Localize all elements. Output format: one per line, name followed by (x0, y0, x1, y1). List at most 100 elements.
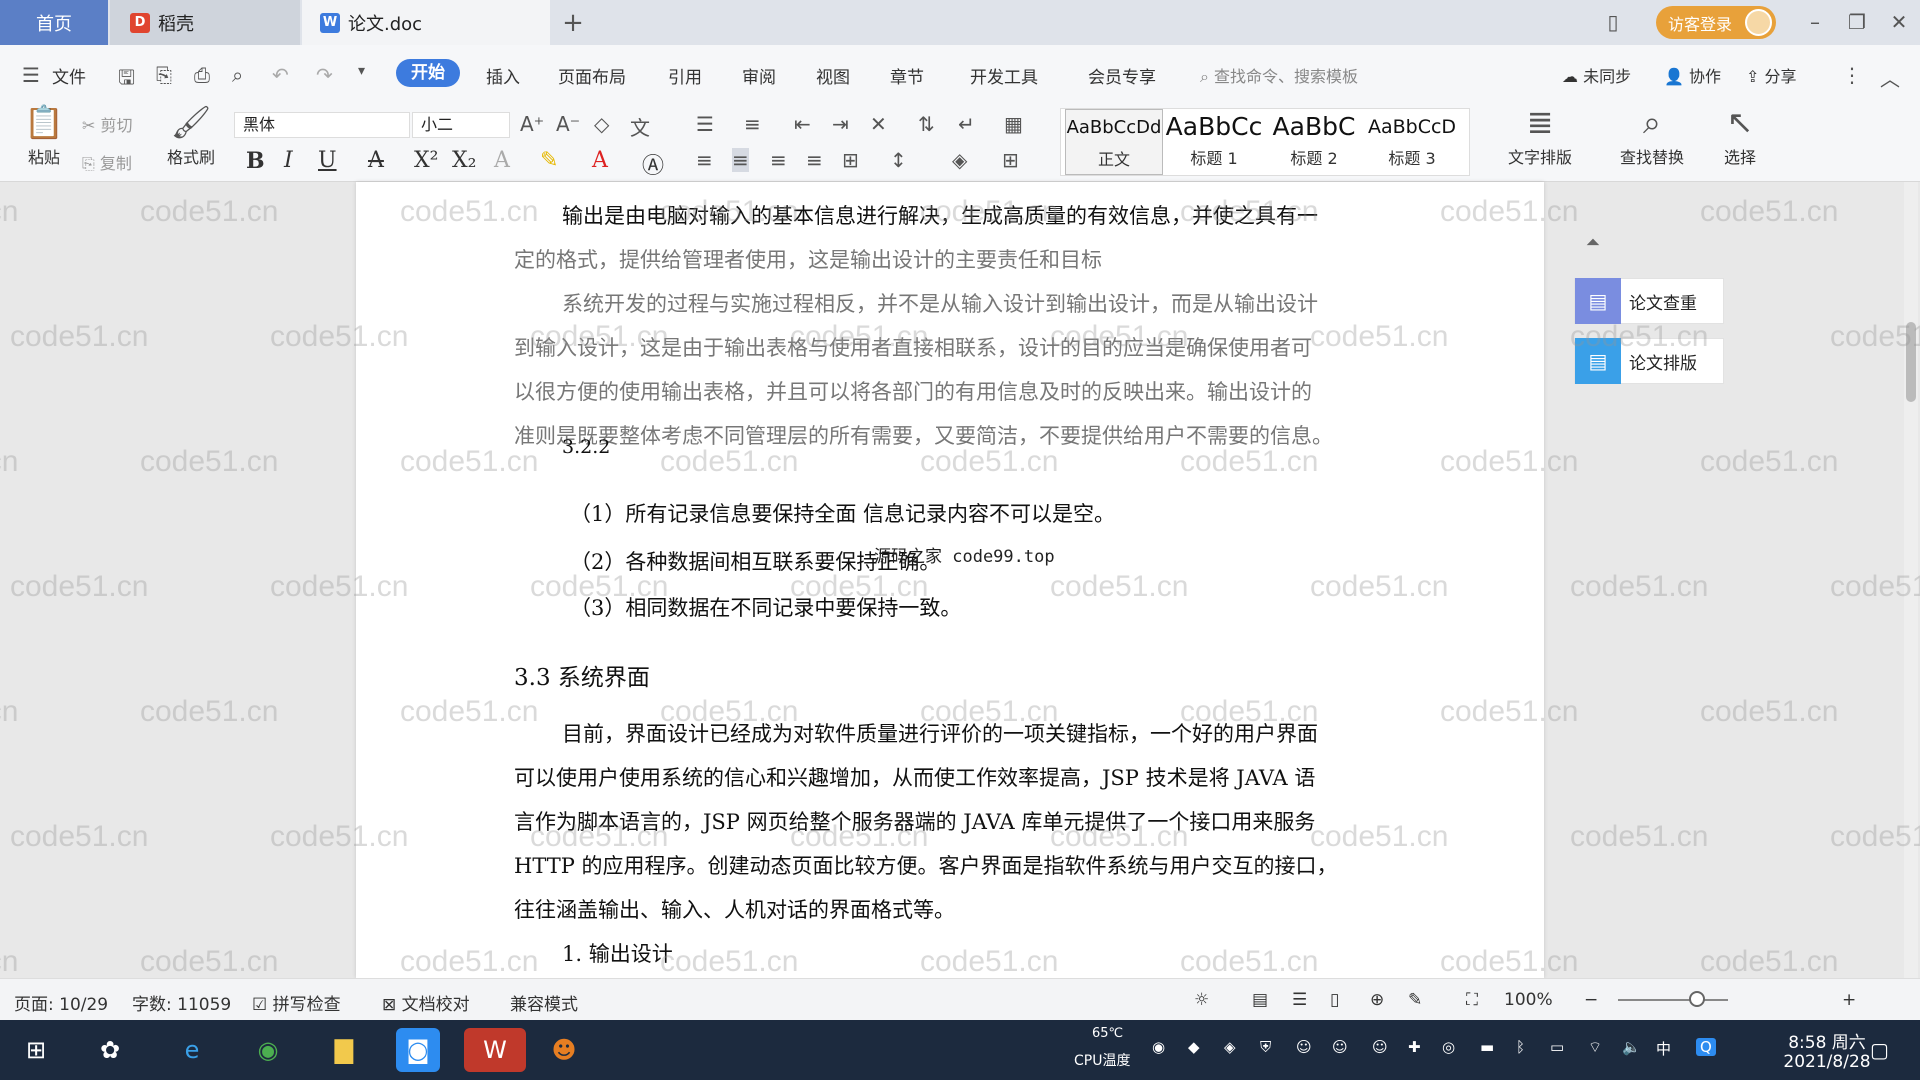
plus-tray-icon[interactable]: ✚ (1408, 1038, 1421, 1056)
line-spacing-icon[interactable]: ↕ (890, 148, 907, 172)
tab-home[interactable]: 首页 (0, 0, 108, 45)
text-layout-button[interactable]: ≣ 文字排版 (1494, 100, 1586, 168)
tray-app-icon[interactable]: ◉ (1152, 1038, 1165, 1056)
new-tab-button[interactable]: + (555, 0, 591, 45)
chinese-layout-icon[interactable]: ✕ (870, 112, 887, 136)
wps-app-icon[interactable]: W (464, 1028, 526, 1072)
zoom-slider[interactable] (1618, 991, 1728, 1007)
paste-button[interactable]: 📋 粘贴 (14, 100, 74, 168)
justify-icon[interactable]: ≡ (806, 148, 823, 172)
shading-icon[interactable]: ◈ (952, 148, 967, 172)
bluetooth-icon[interactable]: ᛒ (1516, 1038, 1525, 1056)
redo-icon[interactable]: ↷ (316, 63, 333, 87)
export-icon[interactable]: ⎘ (156, 63, 172, 87)
read-view-icon[interactable]: ▯ (1330, 990, 1339, 1010)
windows-start-icon[interactable]: ⊞ (14, 1028, 58, 1072)
file-menu[interactable]: 文件 (52, 63, 86, 88)
format-painter-button[interactable]: 🖌 格式刷 (158, 100, 224, 168)
outline-view-icon[interactable]: ☰ (1292, 990, 1307, 1010)
shield-icon[interactable]: ⛨ (1260, 1038, 1271, 1056)
browser-360-icon[interactable]: ◉ (246, 1028, 290, 1072)
align-right-icon[interactable]: ≡ (770, 148, 787, 172)
zoom-in-button[interactable]: + (1842, 990, 1856, 1010)
layout-toggle-icon[interactable]: ▯ (1598, 8, 1628, 36)
pen-icon[interactable]: ✎ (1408, 990, 1422, 1010)
tray-app-icon[interactable]: ◎ (1442, 1038, 1455, 1056)
superscript-icon[interactable]: X² (414, 148, 438, 173)
find-replace-button[interactable]: ⌕ 查找替换 (1604, 100, 1700, 168)
sort-icon[interactable]: ⇅ (918, 112, 935, 136)
font-name-select[interactable]: 黑体 (234, 112, 410, 138)
game-app-icon[interactable]: ☻ (542, 1028, 586, 1072)
tab-view[interactable]: 视图 (816, 63, 850, 88)
tray-app-icon[interactable]: ◈ (1224, 1038, 1236, 1056)
security-app-icon[interactable]: ◙ (396, 1028, 440, 1072)
scroll-thumb[interactable] (1906, 322, 1916, 402)
copy-button[interactable]: ⎘ 复制 (82, 150, 132, 174)
fit-page-icon[interactable]: ⛶ (1466, 990, 1478, 1010)
subscript-icon[interactable]: X₂ (452, 148, 476, 173)
zoom-slider-knob[interactable] (1689, 991, 1706, 1007)
style-body[interactable]: AaBbCcDd 正文 (1065, 109, 1163, 175)
style-heading-1[interactable]: AaBbCc 标题 1 (1165, 109, 1263, 175)
eye-protect-icon[interactable]: ☼ (1194, 990, 1209, 1010)
web-view-icon[interactable]: ⊕ (1370, 990, 1384, 1010)
tab-developer[interactable]: 开发工具 (970, 63, 1038, 88)
select-button[interactable]: ↖ 选择 (1712, 100, 1768, 168)
spell-check-button[interactable]: ☑ 拼写检查 (252, 990, 341, 1015)
more-icon[interactable]: ⋮ (1842, 63, 1862, 87)
zoom-level[interactable]: 100% (1504, 990, 1553, 1010)
char-border-icon[interactable]: Ⓐ (642, 148, 664, 180)
tray-app-icon[interactable]: ▬ (1480, 1038, 1494, 1056)
italic-icon[interactable]: I (284, 148, 293, 173)
align-left-icon[interactable]: ≡ (696, 148, 713, 172)
tab-member[interactable]: 会员专享 (1088, 63, 1156, 88)
qq-icon[interactable]: ☺ (1372, 1038, 1388, 1056)
zoom-out-button[interactable]: − (1584, 990, 1598, 1010)
close-button[interactable]: ✕ (1884, 8, 1914, 36)
grow-font-icon[interactable]: A⁺ (520, 112, 544, 136)
ie-browser-icon[interactable]: e (170, 1028, 214, 1072)
page-view-icon[interactable]: ▤ (1252, 990, 1268, 1010)
wifi-icon[interactable]: ⌔ (1588, 1038, 1602, 1057)
tab-docer[interactable]: D 稻壳 (110, 0, 300, 45)
hamburger-icon[interactable]: ☰ (22, 63, 40, 87)
clear-format-icon[interactable]: ◇ (594, 112, 609, 136)
distributed-icon[interactable]: ⊞ (842, 148, 859, 172)
tab-document[interactable]: W 论文.doc (302, 0, 550, 45)
chevron-down-icon[interactable]: ▾ (358, 63, 365, 79)
save-icon[interactable]: 🖫 (118, 63, 135, 97)
font-size-select[interactable]: 小二 (412, 112, 510, 138)
shrink-font-icon[interactable]: A⁻ (556, 112, 580, 136)
text-effect-icon[interactable]: A (494, 148, 510, 173)
volume-icon[interactable]: 🔈 (1622, 1038, 1641, 1056)
page-indicator[interactable]: 页面: 10/29 (14, 990, 108, 1015)
panel-collapse-icon[interactable]: ⏶ (1578, 232, 1608, 262)
proofread-button[interactable]: ⊠ 文档校对 (382, 990, 470, 1015)
style-heading-3[interactable]: AaBbCcD 标题 3 (1363, 109, 1461, 175)
borders-icon[interactable]: ⊞ (1002, 148, 1019, 172)
strikethrough-icon[interactable]: A (368, 148, 384, 173)
vertical-scrollbar[interactable] (1904, 182, 1918, 978)
print-icon[interactable]: ⎙ (194, 63, 210, 87)
table-tools-icon[interactable]: ▦ (1004, 112, 1023, 136)
search-tray-icon[interactable]: Q (1696, 1038, 1716, 1056)
numbered-list-icon[interactable]: ≡ (744, 112, 761, 136)
document-page[interactable]: 输出是由电脑对输入的基本信息进行解决，生成高质量的有效信息，并使之具有一 定的格… (356, 182, 1544, 978)
thesis-check-button[interactable]: ▤ 论文查重 (1574, 278, 1724, 324)
tray-app-icon[interactable]: ◆ (1188, 1038, 1200, 1056)
qq-icon[interactable]: ☺ (1296, 1038, 1312, 1056)
sync-status[interactable]: ☁ 未同步 (1562, 63, 1631, 87)
minimize-button[interactable]: – (1800, 8, 1830, 36)
battery-icon[interactable]: ▭ (1550, 1038, 1564, 1056)
style-heading-2[interactable]: AaBbC 标题 2 (1265, 109, 1363, 175)
decrease-indent-icon[interactable]: ⇤ (794, 112, 811, 136)
tab-chapter[interactable]: 章节 (890, 63, 924, 88)
underline-icon[interactable]: U (318, 148, 337, 173)
tab-review[interactable]: 审阅 (742, 63, 776, 88)
show-marks-icon[interactable]: ↵ (958, 112, 975, 136)
align-center-icon[interactable]: ≡ (732, 148, 749, 172)
ime-indicator[interactable]: 中 (1656, 1038, 1671, 1059)
command-search-input[interactable]: ⌕ 查找命令、搜索模板 (1200, 63, 1358, 87)
file-explorer-icon[interactable]: ▇ (322, 1028, 366, 1072)
